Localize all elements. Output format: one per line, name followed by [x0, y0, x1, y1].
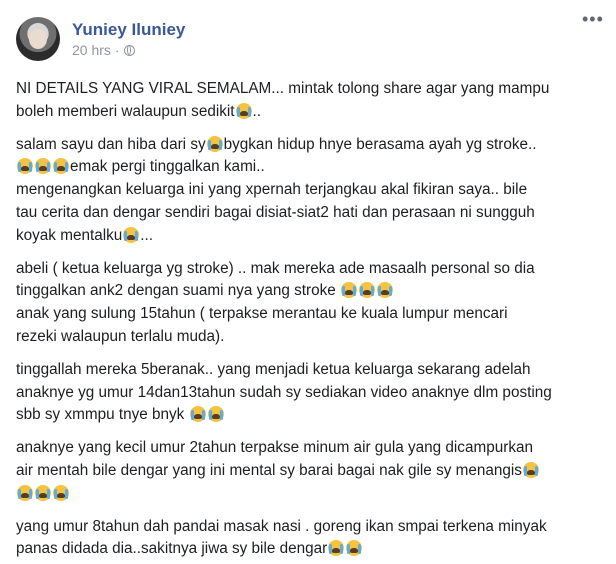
- text-line: tinggalkan ank2 dengan suami nya yang st…: [16, 280, 602, 303]
- crying-face-icon: [359, 282, 375, 299]
- text-span: koyak mentalku: [16, 226, 123, 244]
- post-header: Yuniey Iluniey 20 hrs ·: [16, 10, 602, 68]
- post-body: NI DETAILS YANG VIRAL SEMALAM... mintak …: [16, 78, 602, 561]
- text-span: air mentah bile dengar yang ini mental s…: [16, 461, 522, 479]
- text-line: mengenangkan keluarga ini yang xpernah t…: [16, 181, 528, 199]
- crying-face-icon: [189, 406, 206, 423]
- text-line: yang umur 8tahun dah pandai masak nasi .…: [16, 517, 547, 535]
- paragraph-3: abeli ( ketua keluarga yg stroke) .. mak…: [16, 258, 602, 349]
- text-line: anaknye yg umur 14dan13tahun sudah sy se…: [16, 383, 552, 401]
- crying-face-icon: [123, 226, 140, 243]
- text-line: panas didada dia..sakitnya jiwa sy bile …: [16, 538, 602, 561]
- post-meta: Yuniey Iluniey 20 hrs ·: [72, 20, 185, 58]
- text-span: salam sayu dan hiba dari sy: [16, 135, 206, 153]
- text-line: emak pergi tinggalkan kami..: [16, 156, 602, 179]
- separator: ·: [114, 42, 120, 58]
- paragraph-6: yang umur 8tahun dah pandai masak nasi .…: [16, 516, 602, 562]
- text-span: ..: [252, 102, 262, 120]
- text-line: salam sayu dan hiba dari sy bygkan hidup …: [16, 134, 602, 157]
- text-line: tinggallah mereka 5beranak.. yang menjad…: [16, 360, 531, 378]
- text-line: NI DETAILS YANG VIRAL SEMALAM... mintak …: [16, 80, 550, 97]
- text-span: emak pergi tinggalkan kami..: [70, 158, 265, 176]
- crying-face-icon: [17, 158, 33, 175]
- author-name[interactable]: Yuniey Iluniey: [72, 20, 185, 40]
- text-span: tinggalkan ank2 dengan suami nya yang st…: [16, 282, 336, 300]
- text-span: panas didada dia..sakitnya jiwa sy bile …: [16, 540, 328, 558]
- crying-face-icon: [328, 540, 345, 557]
- crying-face-icon: [522, 461, 539, 478]
- facebook-post: Yuniey Iluniey 20 hrs · ••• NI DETAILS Y…: [0, 0, 616, 564]
- crying-face-icon: [346, 540, 363, 557]
- paragraph-2: salam sayu dan hiba dari sy bygkan hidup …: [16, 134, 602, 248]
- avatar[interactable]: [16, 17, 60, 61]
- text-line: anaknye yang kecil umur 2tahun terpakse …: [16, 439, 533, 457]
- text-span: boleh memberi walaupun sedikit: [16, 102, 235, 120]
- crying-face-icon: [207, 406, 224, 423]
- text-line: [16, 483, 602, 506]
- text-line: anak yang sulung 15tahun ( terpakse mera…: [16, 305, 508, 323]
- text-span: ...: [140, 226, 154, 244]
- timestamp-row: 20 hrs ·: [72, 42, 185, 58]
- timestamp[interactable]: 20 hrs: [72, 42, 111, 58]
- more-options-icon[interactable]: •••: [582, 10, 603, 28]
- text-line: air mentah bile dengar yang ini mental s…: [16, 460, 602, 483]
- crying-face-icon: [377, 282, 393, 299]
- crying-face-icon: [206, 135, 223, 152]
- paragraph-5: anaknye yang kecil umur 2tahun terpakse …: [16, 437, 602, 505]
- crying-face-icon: [53, 158, 69, 175]
- text-line: rezeki walaupun terlalu muda).: [16, 327, 225, 345]
- globe-icon[interactable]: [123, 44, 135, 56]
- text-line: sbb sy xmmpu tnye bnyk: [16, 404, 602, 427]
- text-span: bygkan hidup hnye berasama ayah yg strok…: [223, 135, 537, 153]
- crying-face-icon: [35, 158, 51, 175]
- paragraph-4: tinggallah mereka 5beranak.. yang menjad…: [16, 359, 602, 427]
- text-span: sbb sy xmmpu tnye bnyk: [16, 406, 185, 424]
- crying-face-icon: [53, 484, 69, 501]
- crying-face-icon: [341, 282, 357, 299]
- crying-face-icon: [17, 484, 33, 501]
- text-line: abeli ( ketua keluarga yg stroke) .. mak…: [16, 259, 535, 277]
- text-line: tau cerita dan dengar sendiri bagai disi…: [16, 203, 535, 221]
- text-line: koyak mentalku...: [16, 225, 602, 248]
- crying-face-icon: [35, 484, 51, 501]
- crying-face-icon: [235, 102, 252, 119]
- paragraph-1: NI DETAILS YANG VIRAL SEMALAM... mintak …: [16, 78, 602, 124]
- text-line: boleh memberi walaupun sedikit..: [16, 101, 602, 124]
